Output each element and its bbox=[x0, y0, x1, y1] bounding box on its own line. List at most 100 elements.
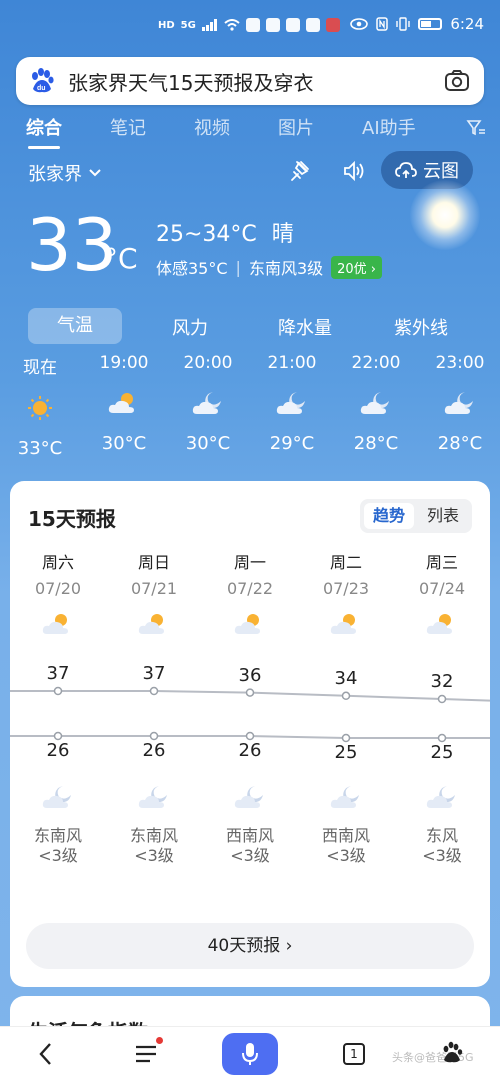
high-temp-label: 32 bbox=[430, 671, 454, 692]
signal-indicator: 5G bbox=[180, 19, 196, 31]
day-wind: 西南风 <3级 bbox=[298, 826, 394, 866]
metric-tab-precipitation[interactable]: 降水量 bbox=[278, 314, 332, 340]
high-temp-label: 37 bbox=[46, 663, 70, 684]
metric-tab-uv[interactable]: 紫外线 bbox=[394, 314, 448, 340]
high-temp-point bbox=[341, 691, 351, 701]
forty-day-forecast-button[interactable]: 40天预报 › bbox=[26, 923, 474, 969]
feels-like: 体感35°C bbox=[156, 259, 228, 278]
forecast-day[interactable]: 周六 07/20 bbox=[10, 549, 106, 638]
temperature-range: 25~34°C 晴 bbox=[156, 216, 294, 248]
high-temp-point bbox=[437, 694, 447, 704]
svg-text:du: du bbox=[37, 85, 46, 92]
tab-comprehensive[interactable]: 综合 bbox=[26, 114, 62, 140]
low-temp-label: 25 bbox=[430, 742, 454, 763]
wind-direction: 东南风 bbox=[129, 826, 178, 845]
wind-level: <3级 bbox=[422, 846, 462, 865]
clock: 6:24 bbox=[450, 15, 484, 33]
wind-direction: 西南风 bbox=[225, 826, 274, 845]
hourly-item: 19:00 30°C bbox=[84, 353, 164, 454]
forecast-day[interactable]: 周二 07/23 bbox=[298, 549, 394, 638]
back-arrow-icon[interactable] bbox=[36, 1041, 56, 1067]
eye-icon bbox=[350, 18, 369, 30]
hour-time: 现在 bbox=[23, 358, 57, 378]
toggle-list[interactable]: 列表 bbox=[418, 503, 468, 529]
day-wind: 东南风 <3级 bbox=[10, 826, 106, 866]
hourly-item: 20:00 30°C bbox=[168, 353, 248, 454]
filter-icon[interactable] bbox=[466, 118, 486, 138]
forecast-day[interactable]: 周日 07/21 bbox=[106, 549, 202, 638]
hour-temp: 28°C bbox=[353, 433, 399, 454]
speaker-icon[interactable] bbox=[342, 160, 366, 182]
tab-notes[interactable]: 笔记 bbox=[110, 114, 146, 140]
day-name: 周二 bbox=[329, 553, 362, 572]
tab-ai-assistant[interactable]: AI助手 bbox=[362, 114, 416, 140]
day-wind: 东风 <3级 bbox=[394, 826, 490, 866]
low-temp-label: 26 bbox=[238, 740, 262, 761]
hour-temp: 30°C bbox=[101, 433, 147, 454]
sun-cloud-icon bbox=[42, 614, 68, 634]
baidu-paw-icon[interactable] bbox=[440, 1041, 464, 1065]
day-name: 周一 bbox=[233, 553, 266, 572]
hour-time: 22:00 bbox=[351, 353, 401, 373]
hourly-forecast[interactable]: 现在 33°C 19:00 30°C 20:00 30°C 21:00 29°C… bbox=[0, 353, 500, 473]
tab-count-button[interactable]: 1 bbox=[343, 1043, 365, 1065]
moon-cloud-icon bbox=[234, 786, 263, 808]
voice-search-button[interactable] bbox=[222, 1033, 278, 1075]
toggle-trend[interactable]: 趋势 bbox=[364, 503, 414, 529]
forecast-title: 15天预报 bbox=[28, 507, 116, 531]
city-selector[interactable]: 张家界 bbox=[28, 160, 102, 186]
wind-level: <3级 bbox=[326, 846, 366, 865]
low-temp-label: 25 bbox=[334, 742, 358, 763]
low-temp-point bbox=[437, 733, 447, 743]
bottom-navigation: 1 头条@爸爸说5G bbox=[0, 1026, 500, 1082]
metric-tab-wind[interactable]: 风力 bbox=[172, 314, 208, 340]
moon-cloud-icon bbox=[138, 786, 167, 808]
metric-tabs: 气温 风力 降水量 紫外线 bbox=[0, 308, 500, 344]
sun-cloud-icon bbox=[234, 614, 260, 634]
cloud-map-icon bbox=[395, 162, 417, 178]
low-temp-label: 26 bbox=[142, 740, 166, 761]
wind-level: <3级 bbox=[230, 846, 270, 865]
hour-temp: 29°C bbox=[269, 433, 315, 454]
hour-temp: 33°C bbox=[17, 438, 63, 459]
sun-cloud-icon bbox=[330, 614, 356, 634]
tab-images[interactable]: 图片 bbox=[278, 114, 314, 140]
search-query[interactable]: 张家界天气15天预报及穿衣 bbox=[68, 67, 444, 96]
forecast-day[interactable]: 周一 07/22 bbox=[202, 549, 298, 638]
moon-cloud-icon bbox=[444, 392, 473, 414]
condition-text: 晴 bbox=[271, 222, 294, 247]
forecast-day[interactable]: 周三 07/24 bbox=[394, 549, 490, 638]
status-icons-right: 6:24 bbox=[350, 15, 484, 33]
tab-videos[interactable]: 视频 bbox=[194, 114, 230, 140]
signal-bars-icon bbox=[201, 19, 217, 31]
metric-tab-temperature[interactable]: 气温 bbox=[28, 308, 122, 344]
search-tabs: 综合 笔记 视频 图片 AI助手 bbox=[0, 114, 500, 149]
temperature-unit: °C bbox=[104, 242, 138, 275]
high-temp-label: 36 bbox=[238, 664, 262, 686]
sun-cloud-icon bbox=[108, 393, 134, 413]
pin-icon[interactable] bbox=[290, 160, 310, 182]
high-temp-point bbox=[149, 686, 159, 696]
wind-info: 东南风3级 bbox=[248, 259, 324, 278]
moon-cloud-icon bbox=[276, 392, 305, 414]
app-notification-icon bbox=[245, 18, 260, 32]
baidu-paw-icon: du bbox=[32, 68, 54, 93]
battery-icon bbox=[418, 18, 443, 30]
hour-time: 21:00 bbox=[267, 353, 317, 373]
hour-temp: 28°C bbox=[437, 433, 483, 454]
search-box[interactable]: du 张家界天气15天预报及穿衣 bbox=[16, 57, 484, 105]
moon-cloud-icon bbox=[426, 786, 455, 808]
day-name: 周六 bbox=[41, 553, 74, 572]
app-notification-icon bbox=[325, 18, 340, 32]
wind-direction: 东南风 bbox=[33, 826, 82, 845]
aqi-badge[interactable]: 20优 › bbox=[331, 255, 383, 279]
low-temp-label: 26 bbox=[46, 740, 70, 761]
hour-time: 20:00 bbox=[183, 353, 233, 373]
camera-icon[interactable] bbox=[444, 68, 470, 94]
feel-wind-row: 体感35°C | 东南风3级 20优 › bbox=[156, 255, 383, 279]
menu-icon[interactable] bbox=[134, 1043, 158, 1065]
sun-cloud-icon bbox=[426, 614, 452, 634]
wifi-icon bbox=[224, 19, 240, 31]
vibrate-icon bbox=[396, 17, 411, 31]
wind-level: <3级 bbox=[134, 846, 174, 865]
